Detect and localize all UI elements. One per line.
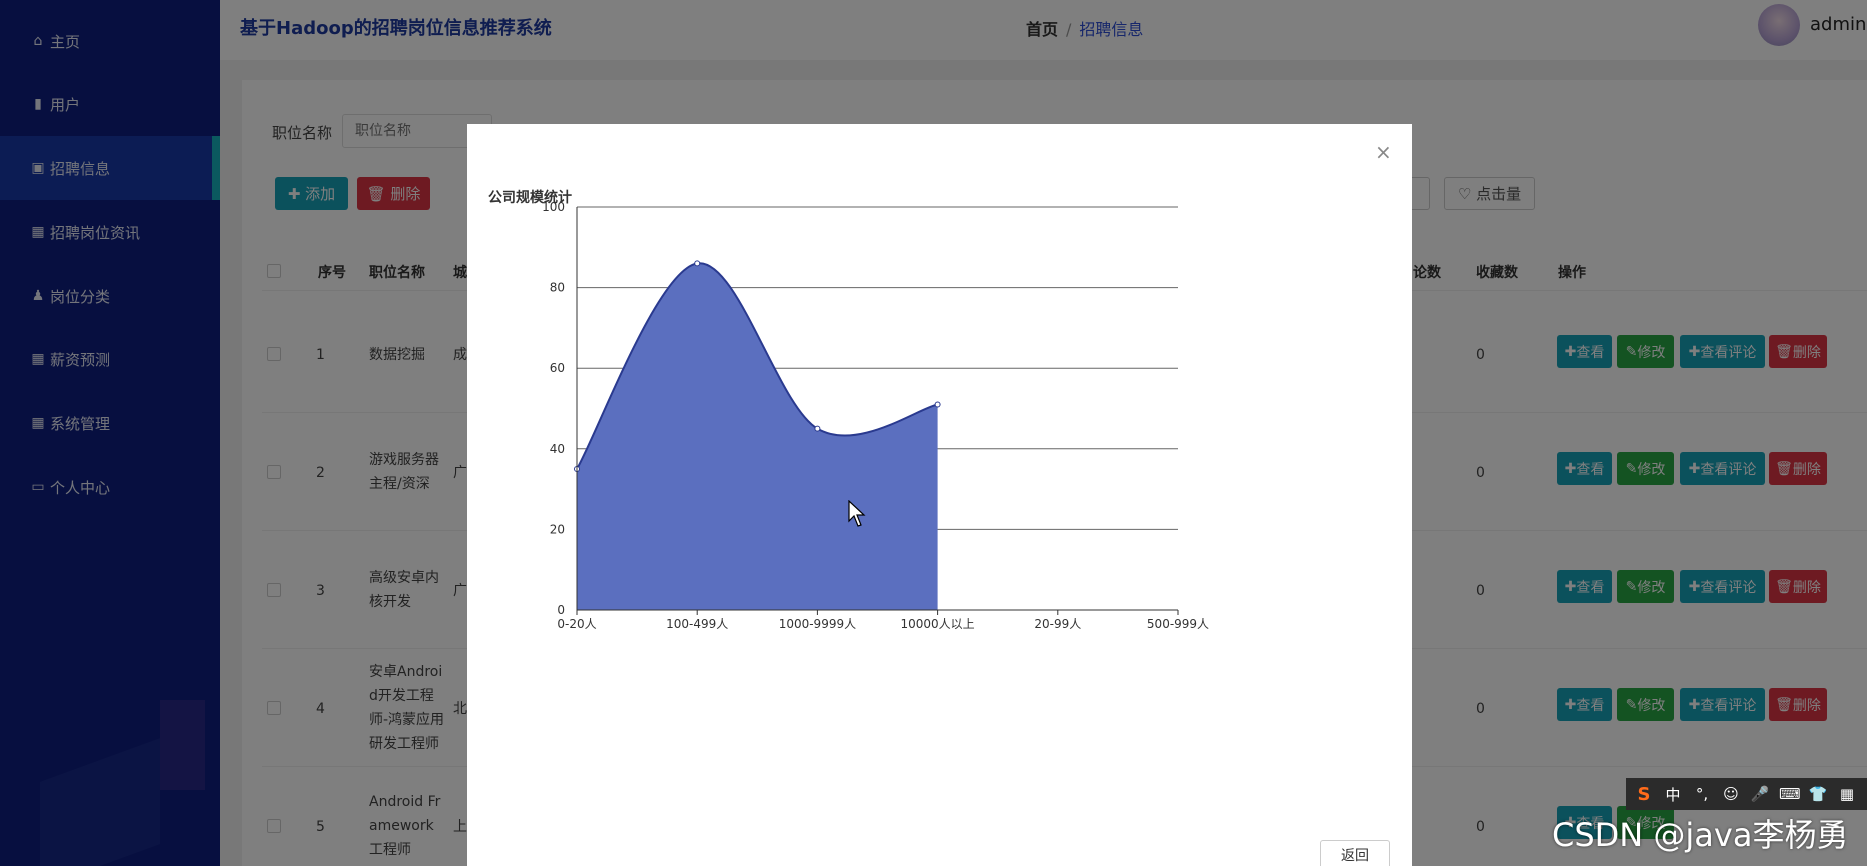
back-button[interactable]: 返回: [1320, 840, 1390, 866]
area-chart: 0 20 40 60 80 100 0-20人 100-499人 1000-9999人 1000…: [542, 200, 1209, 631]
y-tick-label: 0: [557, 603, 565, 617]
y-tick-label: 40: [550, 442, 565, 456]
keyboard-icon[interactable]: ⌨: [1779, 785, 1801, 803]
microphone-icon[interactable]: 🎤: [1750, 785, 1770, 803]
ime-toolbar: S 中 °, ☺ 🎤 ⌨ 👕 ▦: [1626, 778, 1867, 810]
data-point: [934, 401, 941, 408]
area-series-fill: [577, 263, 938, 610]
x-tick-label: 1000-9999人: [779, 617, 856, 631]
x-tick-label: 10000人以上: [901, 617, 975, 631]
x-tick-label: 20-99人: [1034, 617, 1081, 631]
y-tick-label: 20: [550, 522, 565, 536]
mouse-cursor-icon: [848, 500, 866, 527]
x-tick-label: 500-999人: [1147, 617, 1209, 631]
y-tick-label: 60: [550, 361, 565, 375]
y-tick-label: 100: [542, 200, 565, 214]
punctuation-icon[interactable]: °,: [1692, 785, 1712, 803]
x-tick-label: 100-499人: [666, 617, 728, 631]
chinese-mode-icon[interactable]: 中: [1663, 784, 1683, 805]
stats-modal: × 公司规模统计 0 20 40 60 80 100 0-20人 100-499人 1000-…: [467, 124, 1412, 866]
emoji-icon[interactable]: ☺: [1721, 785, 1741, 803]
toolbox-icon[interactable]: ▦: [1837, 785, 1857, 803]
data-point: [694, 260, 701, 267]
data-point: [814, 425, 821, 432]
skin-icon[interactable]: 👕: [1808, 785, 1828, 803]
watermark: CSDN @java李杨勇: [1552, 816, 1849, 854]
y-tick-label: 80: [550, 281, 565, 295]
x-tick-label: 0-20人: [557, 617, 596, 631]
sogou-icon[interactable]: S: [1634, 784, 1654, 805]
